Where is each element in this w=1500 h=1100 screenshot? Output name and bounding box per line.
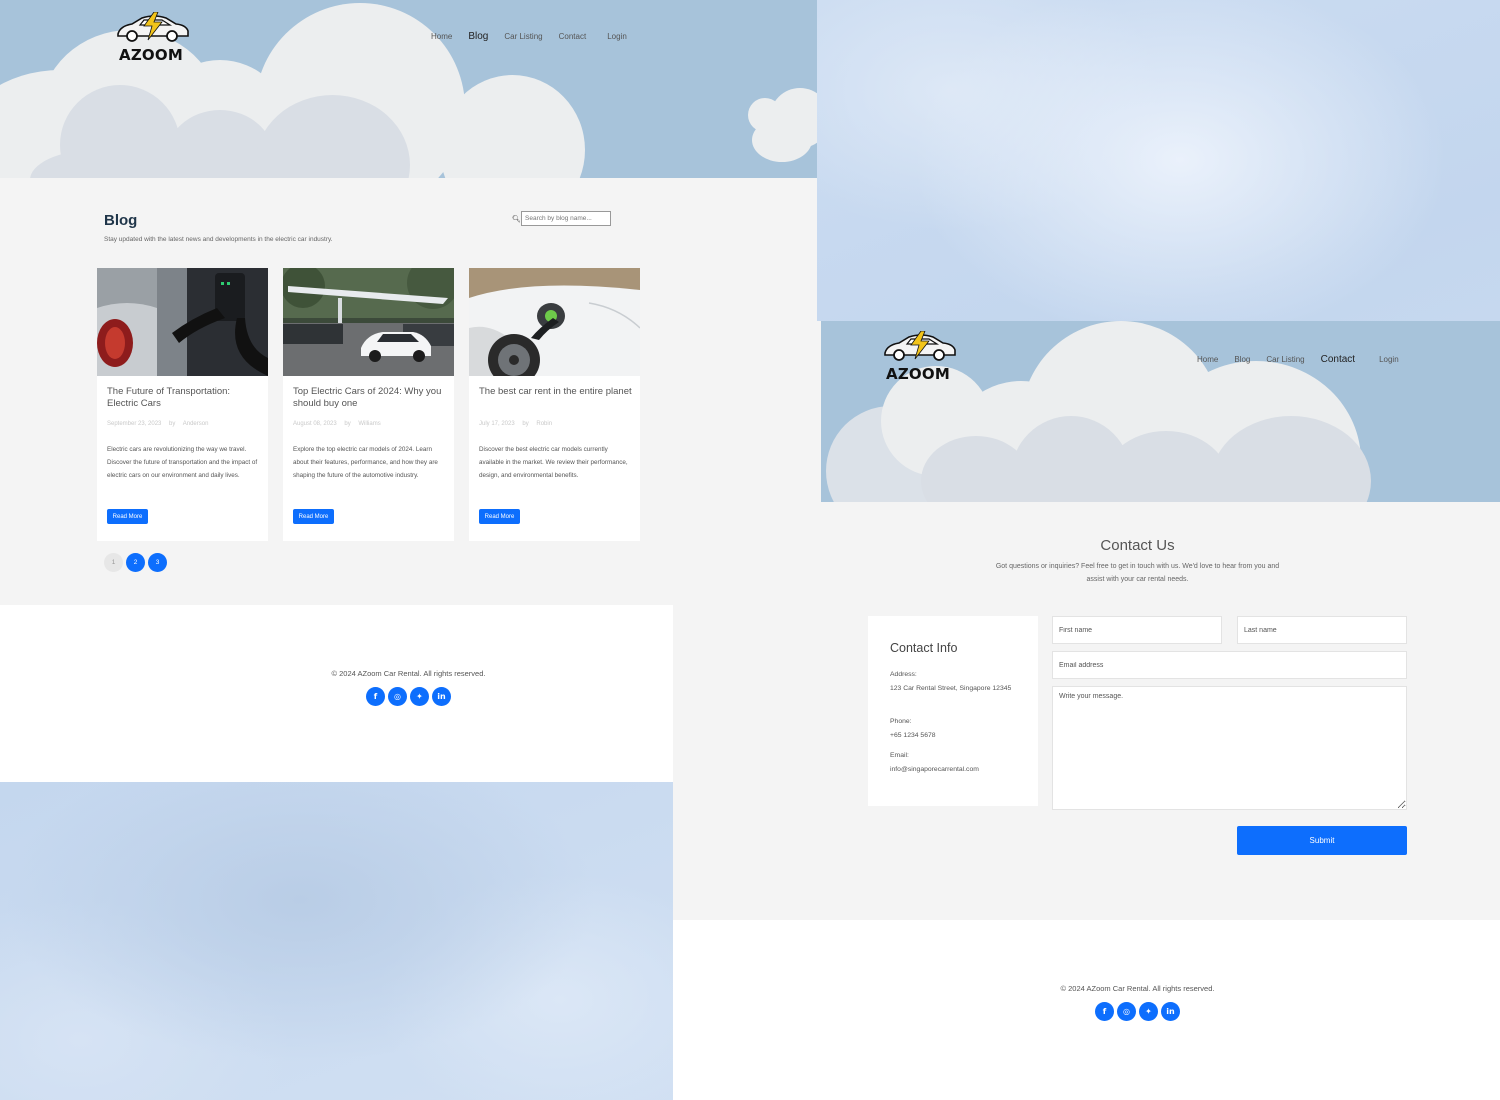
blog-search-input[interactable] <box>521 211 611 226</box>
page-title: Contact Us <box>1100 537 1175 554</box>
email-field[interactable] <box>1052 651 1407 679</box>
search-icon: 🔍︎ <box>512 216 521 223</box>
main-nav: Home Blog Car Listing Contact Login <box>431 31 643 42</box>
page-2-button[interactable]: 2 <box>126 553 145 572</box>
address-block: Address: 123 Car Rental Street, Singapor… <box>890 668 1020 695</box>
instagram-icon[interactable]: ◎ <box>1117 1002 1136 1021</box>
car-logo-icon <box>117 12 189 42</box>
blog-card-excerpt: Discover the best electric car models cu… <box>479 446 628 479</box>
blog-card-meta: July 17, 2023 by Robin <box>479 421 558 427</box>
blog-card-date: July 17, 2023 <box>479 421 515 427</box>
blog-card-author: Robin <box>536 421 553 427</box>
twitter-icon[interactable]: ✦ <box>1139 1002 1158 1021</box>
brand-name: AZOOM <box>886 365 950 383</box>
read-more-button[interactable]: Read More <box>107 509 148 524</box>
read-more-button[interactable]: Read More <box>479 509 520 524</box>
page-subtitle: Stay updated with the latest news and de… <box>104 236 333 243</box>
main-nav: Home Blog Car Listing Contact Login <box>1197 354 1415 365</box>
contact-intro: Got questions or inquiries? Feel free to… <box>995 563 1280 583</box>
site-footer: © 2024 AZoom Car Rental. All rights rese… <box>673 920 1500 1100</box>
facebook-icon[interactable]: f <box>1095 1002 1114 1021</box>
linkedin-icon[interactable]: in <box>432 687 451 706</box>
contact-info-title: Contact Info <box>890 641 958 655</box>
blog-card-title[interactable]: The best car rent in the entire planet <box>479 386 634 398</box>
blog-card-title[interactable]: The Future of Transportation: Electric C… <box>107 386 262 410</box>
email-value[interactable]: info@singaporecarrental.com <box>890 763 1020 777</box>
nav-home[interactable]: Home <box>1197 355 1218 364</box>
blog-card-image <box>469 268 640 376</box>
page-3-button[interactable]: 3 <box>148 553 167 572</box>
blog-card-author: Williams <box>358 421 381 427</box>
nav-login[interactable]: Login <box>607 32 627 41</box>
azoom-logo[interactable]: AZOOM <box>108 12 198 72</box>
nav-login[interactable]: Login <box>1379 355 1399 364</box>
phone-label: Phone: <box>890 718 912 725</box>
phone-block: Phone: +65 1234 5678 <box>890 715 1020 742</box>
page-1-button[interactable]: 1 <box>104 553 123 572</box>
blog-card-meta: September 23, 2023 by Anderson <box>107 421 214 427</box>
hero-banner: AZOOM Home Blog Car Listing Contact Logi… <box>0 0 817 178</box>
address-value: 123 Car Rental Street, Singapore 12345 <box>890 684 1012 692</box>
read-more-button[interactable]: Read More <box>293 509 334 524</box>
blog-card-by: by <box>522 421 529 427</box>
email-label: Email: <box>890 752 909 759</box>
blog-card: The Future of Transportation: Electric C… <box>97 268 268 541</box>
message-field[interactable] <box>1052 686 1407 810</box>
blog-card: The best car rent in the entire planet J… <box>469 268 640 541</box>
blog-card-by: by <box>169 421 176 427</box>
azoom-logo[interactable]: AZOOM <box>875 331 965 391</box>
last-name-field[interactable] <box>1237 616 1407 644</box>
page-title: Blog <box>104 212 138 229</box>
pagination: 1 2 3 <box>104 553 167 572</box>
nav-blog[interactable]: Blog <box>1234 355 1250 364</box>
contact-page-screenshot: AZOOM Home Blog Car Listing Contact Logi… <box>673 321 1500 1100</box>
cloud <box>752 118 812 162</box>
blog-card-excerpt: Electric cars are revolutionizing the wa… <box>107 446 258 479</box>
hero-banner: AZOOM Home Blog Car Listing Contact Logi… <box>821 321 1500 502</box>
blog-card-image <box>97 268 268 376</box>
car-logo-icon <box>884 331 956 361</box>
submit-button[interactable]: Submit <box>1237 826 1407 855</box>
blog-card-excerpt: Explore the top electric car models of 2… <box>293 446 438 479</box>
brand-name: AZOOM <box>119 46 183 64</box>
blog-card: Top Electric Cars of 2024: Why you shoul… <box>283 268 454 541</box>
linkedin-icon[interactable]: in <box>1161 1002 1180 1021</box>
nav-contact[interactable]: Contact <box>1321 354 1355 365</box>
nav-home[interactable]: Home <box>431 32 452 41</box>
blog-card-meta: August 08, 2023 by Williams <box>293 421 387 427</box>
nav-contact[interactable]: Contact <box>559 32 587 41</box>
first-name-field[interactable] <box>1052 616 1222 644</box>
nav-blog[interactable]: Blog <box>468 31 488 42</box>
blog-card-date: September 23, 2023 <box>107 421 162 427</box>
phone-value[interactable]: +65 1234 5678 <box>890 729 1020 743</box>
email-block: Email: info@singaporecarrental.com <box>890 749 1020 776</box>
facebook-icon[interactable]: f <box>366 687 385 706</box>
nav-car-listing[interactable]: Car Listing <box>1266 355 1304 364</box>
instagram-icon[interactable]: ◎ <box>388 687 407 706</box>
blog-card-image <box>283 268 454 376</box>
nav-car-listing[interactable]: Car Listing <box>504 32 542 41</box>
blog-card-date: August 08, 2023 <box>293 421 337 427</box>
twitter-icon[interactable]: ✦ <box>410 687 429 706</box>
contact-section: Contact Us Got questions or inquiries? F… <box>673 502 1500 920</box>
blog-card-author: Anderson <box>182 421 209 427</box>
address-label: Address: <box>890 671 917 678</box>
contact-info-card: Contact Info Address: 123 Car Rental Str… <box>868 616 1038 806</box>
blog-card-title[interactable]: Top Electric Cars of 2024: Why you shoul… <box>293 386 448 410</box>
blog-card-by: by <box>344 421 351 427</box>
social-links: f ◎ ✦ in <box>673 1002 1500 1021</box>
copyright-text: © 2024 AZoom Car Rental. All rights rese… <box>1060 984 1215 993</box>
